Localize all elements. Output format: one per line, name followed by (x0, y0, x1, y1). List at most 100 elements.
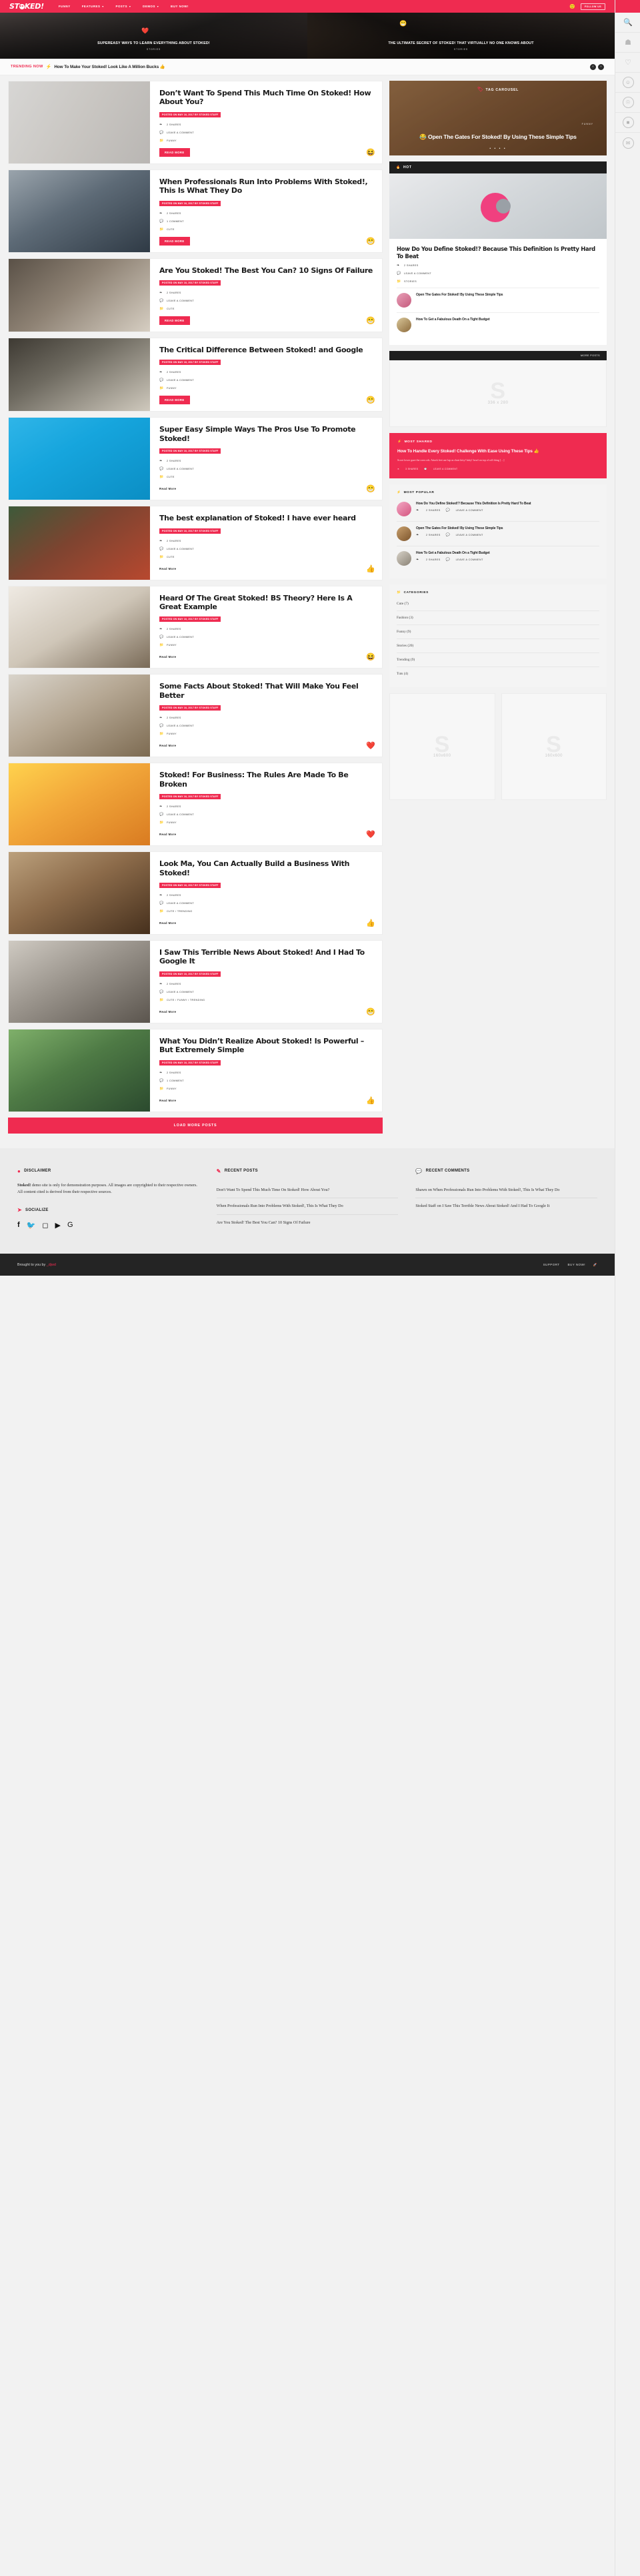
nav-item-buy-now[interactable]: BUY NOW! (171, 5, 189, 8)
post-comments[interactable]: 💬 LEAVE A COMMENT (159, 635, 374, 639)
category-item[interactable]: Cute (7) (397, 597, 599, 612)
read-more-button[interactable]: Read More (159, 741, 181, 750)
post-category[interactable]: 📁 CUTE (159, 307, 374, 311)
post-comments[interactable]: 💬 1 COMMENT (159, 220, 374, 224)
post-thumbnail[interactable] (9, 1029, 150, 1112)
read-more-button[interactable]: READ MORE (159, 236, 190, 246)
post-comments[interactable]: 💬 LEAVE A COMMENT (159, 724, 374, 728)
ad-placeholder-right[interactable]: S 160x600 (501, 693, 607, 801)
post-category[interactable]: 📁 CUTE (159, 475, 374, 479)
twitter-icon[interactable]: 🐦 (27, 1221, 36, 1230)
hot-category[interactable]: 📁 STORIES (397, 280, 599, 284)
read-more-button[interactable]: Read More (159, 1007, 181, 1016)
hero-card-2[interactable]: 😁 THE ULTIMATE SECRET OF STOKED! THAT VI… (307, 13, 615, 59)
read-more-button[interactable]: READ MORE (159, 396, 190, 405)
buy-now-link[interactable]: BUY NOW! (568, 1263, 585, 1266)
reaction-emoji[interactable]: 😁 (366, 484, 375, 494)
read-more-button[interactable]: Read More (159, 653, 181, 661)
post-card[interactable]: What You Didn’t Realize About Stoked! Is… (8, 1028, 383, 1112)
reaction-emoji[interactable]: 😁 (366, 1007, 375, 1017)
post-category[interactable]: 📁 CUTE / TRENDING (159, 909, 374, 913)
reaction-emoji[interactable]: ❤️ (366, 830, 375, 839)
read-more-button[interactable]: READ MORE (159, 147, 190, 157)
post-comments[interactable]: 💬 1 COMMENT (159, 1079, 374, 1083)
post-category[interactable]: 📁 FUNNY (159, 821, 374, 825)
reaction-emoji[interactable]: 😁 (366, 237, 375, 246)
post-thumbnail[interactable] (9, 258, 150, 332)
post-title[interactable]: Stoked! For Business: The Rules Are Made… (159, 771, 374, 789)
post-comments[interactable]: 💬 LEAVE A COMMENT (159, 901, 374, 905)
post-card[interactable]: Super Easy Simple Ways The Pros Use To P… (8, 417, 383, 501)
instagram-icon[interactable]: ◻ (42, 1221, 48, 1230)
hot-comments[interactable]: 💬 LEAVE A COMMENT (397, 272, 599, 276)
read-more-button[interactable]: Read More (159, 564, 181, 573)
post-title[interactable]: The best explanation of Stoked! I have e… (159, 514, 374, 522)
reaction-emoji[interactable]: 👍 (366, 1096, 375, 1106)
ad-placeholder-left[interactable]: S 160x600 (389, 693, 495, 801)
read-more-button[interactable]: Read More (159, 919, 181, 927)
post-card[interactable]: I Saw This Terrible News About Stoked! A… (8, 939, 383, 1023)
post-category[interactable]: 📁 FUNNY (159, 732, 374, 736)
smile-icon[interactable]: ☺ (615, 73, 640, 93)
grid-icon[interactable]: ■ (615, 113, 640, 133)
post-category[interactable]: 📁 CUTE / FUNNY / TRENDING (159, 998, 374, 1002)
post-card[interactable]: Are You Stoked! The Best You Can? 10 Sig… (8, 258, 383, 333)
heart-icon[interactable]: ♡ (615, 53, 640, 73)
nav-item-posts[interactable]: POSTS ▼ (115, 5, 131, 8)
category-item[interactable]: Stories (20) (397, 639, 599, 654)
support-link[interactable]: SUPPORT (543, 1263, 560, 1266)
load-more-button[interactable]: LOAD MORE POSTS (8, 1117, 383, 1134)
category-item[interactable]: Tuts (4) (397, 667, 599, 681)
post-title[interactable]: Don’t Want To Spend This Much Time On St… (159, 89, 374, 107)
recent-comment-link[interactable]: Stoked Staff on I Saw This Terrible News… (415, 1198, 597, 1214)
post-title[interactable]: Heard Of The Great Stoked! BS Theory? He… (159, 594, 374, 612)
reaction-emoji[interactable]: ❤️ (366, 741, 375, 751)
post-thumbnail[interactable] (9, 506, 150, 580)
post-category[interactable]: 📁 CUTE (159, 228, 374, 232)
category-item[interactable]: Fashion (3) (397, 611, 599, 626)
post-title[interactable]: When Professionals Run Into Problems Wit… (159, 177, 374, 195)
category-item[interactable]: Funny (9) (397, 625, 599, 640)
post-comments[interactable]: 💬 LEAVE A COMMENT (159, 547, 374, 551)
popular-post-item[interactable]: How To Get a Fabulous Death On a Tight B… (397, 546, 599, 570)
trending-headline[interactable]: How To Make Your Stoked! Look Like A Mil… (54, 64, 165, 69)
post-title[interactable]: Are You Stoked! The Best You Can? 10 Sig… (159, 266, 374, 275)
post-title[interactable]: Some Facts About Stoked! That Will Make … (159, 682, 374, 700)
facebook-icon[interactable]: f (17, 1221, 20, 1230)
post-comments[interactable]: 💬 LEAVE A COMMENT (159, 813, 374, 817)
post-thumbnail[interactable] (9, 852, 150, 934)
reaction-emoji[interactable]: 😆 (366, 148, 375, 157)
recent-post-link[interactable]: Are You Stoked! The Best You Can? 10 Sig… (217, 1215, 399, 1231)
search-icon[interactable]: 🔍 (615, 13, 640, 33)
credit-author[interactable]: _djwd (47, 1263, 56, 1267)
post-comments[interactable]: 💬 LEAVE A COMMENT (159, 131, 374, 135)
user-icon[interactable]: ☉ (615, 93, 640, 113)
post-thumbnail[interactable] (9, 763, 150, 846)
post-category[interactable]: 📁 FUNNY (159, 386, 374, 390)
tag-carousel-slide[interactable]: 🏷 TAG CAROUSEL FUNNY 😂 Open The Gates For… (389, 81, 607, 155)
tag-carousel-post-title[interactable]: 😂 Open The Gates For Stoked! By Using Th… (397, 133, 599, 141)
post-card[interactable]: Heard Of The Great Stoked! BS Theory? He… (8, 585, 383, 669)
post-thumbnail[interactable] (9, 675, 150, 757)
nav-item-demos[interactable]: DEMOS ▼ (143, 5, 159, 8)
post-category[interactable]: 📁 CUTE (159, 555, 374, 559)
trending-prev-button[interactable]: ‹ (590, 63, 596, 70)
read-more-button[interactable]: Read More (159, 484, 181, 493)
post-category[interactable]: 📁 FUNNY (159, 643, 374, 647)
post-title[interactable]: What You Didn’t Realize About Stoked! Is… (159, 1037, 374, 1055)
reaction-emoji[interactable]: 😁 (366, 396, 375, 405)
post-card[interactable]: Don’t Want To Spend This Much Time On St… (8, 81, 383, 164)
post-card[interactable]: Look Ma, You Can Actually Build a Busine… (8, 851, 383, 935)
carousel-dots[interactable]: • • • • (389, 147, 607, 151)
post-title[interactable]: Super Easy Simple Ways The Pros Use To P… (159, 425, 374, 443)
post-card[interactable]: Some Facts About Stoked! That Will Make … (8, 674, 383, 758)
nav-item-features[interactable]: FEATURES ▼ (82, 5, 105, 8)
hot-post-title[interactable]: How Do You Define Stoked!? Because This … (397, 246, 599, 260)
trending-next-button[interactable]: › (598, 63, 604, 70)
post-category[interactable]: 📁 FUNNY (159, 139, 374, 143)
post-thumbnail[interactable] (9, 418, 150, 500)
post-thumbnail[interactable] (9, 940, 150, 1023)
category-item[interactable]: Trending (9) (397, 653, 599, 668)
popular-post-item[interactable]: How Do You Define Stoked!? Because This … (397, 497, 599, 521)
post-comments[interactable]: 💬 LEAVE A COMMENT (159, 990, 374, 994)
